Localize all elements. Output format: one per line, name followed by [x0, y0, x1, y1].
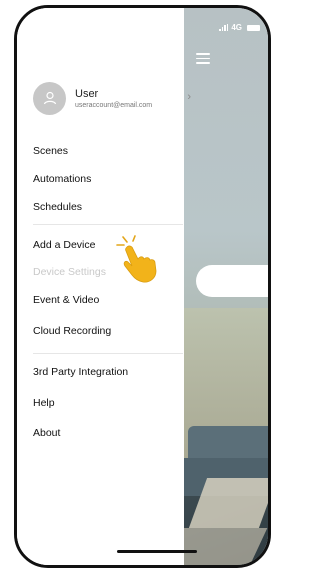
menu-item-add-device[interactable]: Add a Device — [33, 239, 95, 251]
menu-item-scenes[interactable]: Scenes — [33, 145, 68, 157]
search-pill[interactable] — [196, 265, 268, 297]
menu-item-device-settings: Device Settings — [33, 266, 106, 278]
divider — [33, 224, 183, 225]
menu-item-about[interactable]: About — [33, 427, 60, 439]
menu-item-cloud-recording[interactable]: Cloud Recording — [33, 325, 111, 337]
menu-icon[interactable] — [196, 53, 210, 64]
avatar — [33, 81, 66, 115]
menu-item-help[interactable]: Help — [33, 397, 55, 409]
status-bar: 4G — [219, 23, 260, 32]
background-scene — [158, 8, 268, 565]
menu-item-schedules[interactable]: Schedules — [33, 201, 82, 213]
network-label: 4G — [231, 23, 242, 32]
home-indicator — [117, 550, 197, 553]
profile-email: useraccount@email.com — [75, 101, 153, 109]
menu-item-third-party[interactable]: 3rd Party Integration — [33, 366, 128, 378]
divider — [33, 353, 183, 354]
scene-sofa-back — [188, 426, 268, 460]
battery-icon — [247, 24, 260, 31]
profile-row[interactable]: User useraccount@email.com › — [33, 78, 191, 118]
signal-icon — [219, 24, 229, 31]
chevron-right-icon: › — [187, 91, 191, 103]
profile-name: User — [75, 87, 99, 100]
user-icon — [43, 91, 56, 105]
side-drawer: User useraccount@email.com › Scenes Auto… — [17, 8, 191, 565]
pointing-hand-icon — [116, 235, 157, 283]
phone-frame: 4G User useraccount@email.com › Scenes A… — [14, 5, 271, 568]
menu-item-event-video[interactable]: Event & Video — [33, 294, 99, 306]
menu-item-automations[interactable]: Automations — [33, 173, 91, 185]
